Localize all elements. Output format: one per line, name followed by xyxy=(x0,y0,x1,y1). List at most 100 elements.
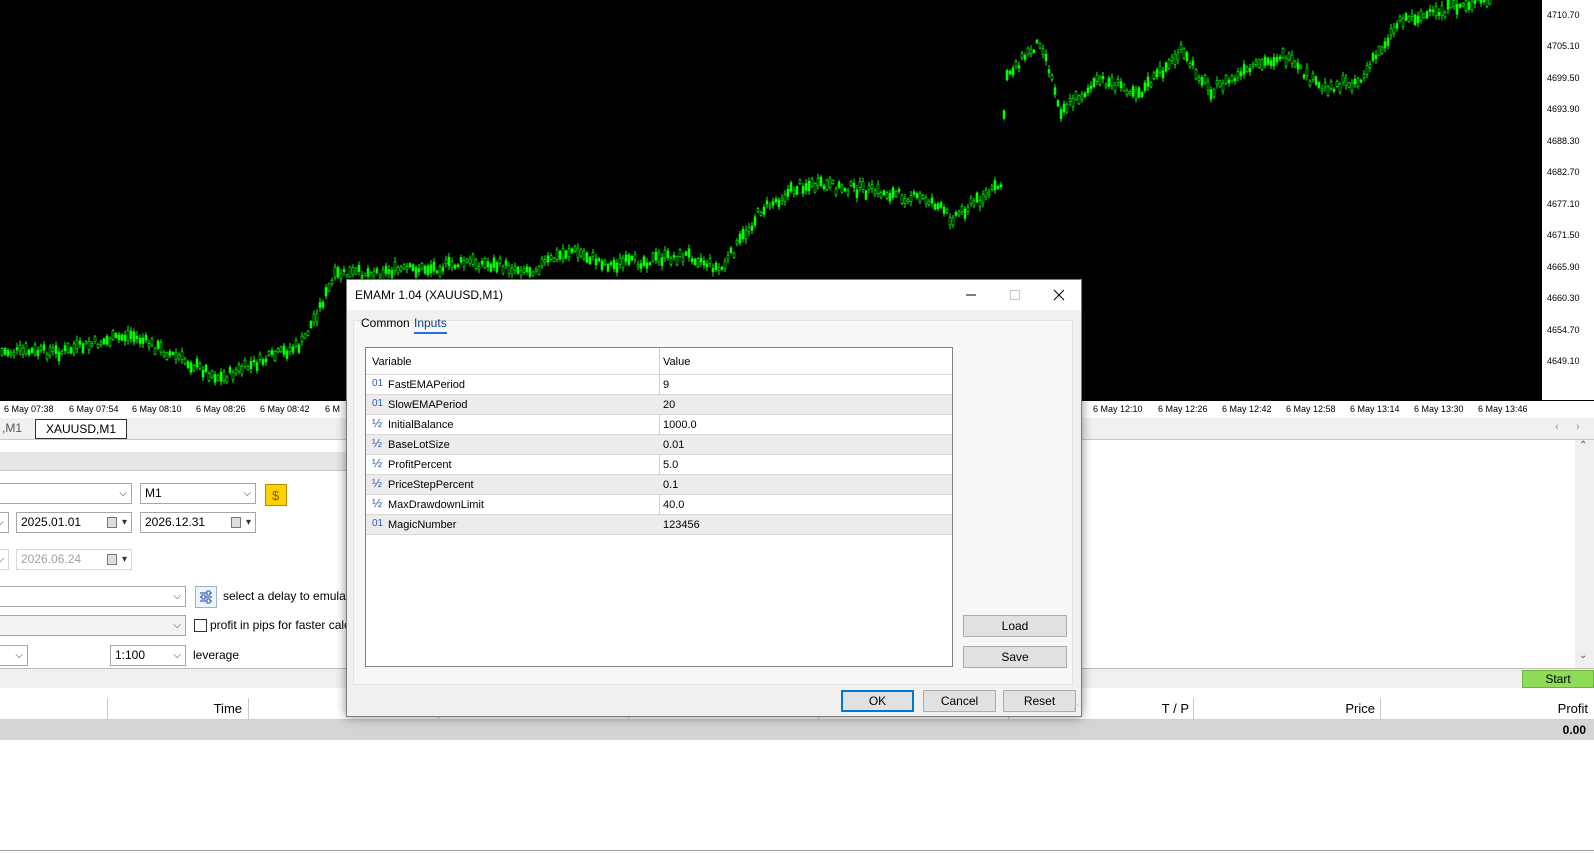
date-to-field[interactable]: 2026.12.31 ▾ xyxy=(140,512,256,533)
column-profit[interactable]: Profit xyxy=(1382,701,1588,716)
candle-body xyxy=(1209,89,1213,100)
candle-body xyxy=(111,330,115,340)
param-row[interactable]: ½ InitialBalance 1000.0 xyxy=(366,415,952,435)
candle-body xyxy=(1071,98,1075,108)
param-value[interactable]: 0.1 xyxy=(663,479,678,491)
header-value[interactable]: Value xyxy=(663,356,690,368)
candle-body xyxy=(474,259,478,270)
date-from-field[interactable]: 2025.01.01 ▾ xyxy=(16,512,132,533)
candle-body xyxy=(1398,16,1402,22)
param-value[interactable]: 0.01 xyxy=(663,439,684,451)
candle-body xyxy=(423,265,427,274)
scroll-up-icon[interactable]: ⌃ xyxy=(1579,440,1587,451)
candle-body xyxy=(1302,74,1306,79)
param-value[interactable]: 1000.0 xyxy=(663,419,697,431)
load-button[interactable]: Load xyxy=(963,615,1067,637)
candle-body xyxy=(9,351,13,356)
price-label: 4688.30 xyxy=(1547,136,1580,146)
candle-body xyxy=(72,343,76,354)
tab-scroll-right-icon[interactable]: › xyxy=(1576,421,1580,433)
candle-body xyxy=(1284,57,1288,67)
double-type-icon: ½ xyxy=(372,456,383,470)
chart-tab-xauusd-m1[interactable]: XAUUSD,M1 xyxy=(35,419,128,439)
param-row[interactable]: ½ BaseLotSize 0.01 xyxy=(366,435,952,455)
candle-body xyxy=(60,350,64,354)
candle-body xyxy=(132,331,136,343)
forward-date-value: 2026.06.24 xyxy=(21,552,82,566)
param-value[interactable]: 5.0 xyxy=(663,459,678,471)
candle-body xyxy=(792,189,796,194)
delay-settings-button[interactable] xyxy=(195,586,217,608)
dialog-titlebar[interactable]: EMAMr 1.04 (XAUUSD,M1) xyxy=(347,280,1081,310)
delay-select[interactable]: ⌵ xyxy=(0,586,186,607)
tab-common[interactable]: Common xyxy=(361,316,410,330)
candle-body xyxy=(753,216,757,226)
minimize-button[interactable] xyxy=(949,280,993,310)
pips-checkbox[interactable] xyxy=(194,619,207,632)
model-select[interactable]: ⌵ xyxy=(0,615,186,636)
candle-body xyxy=(645,262,649,269)
close-button[interactable] xyxy=(1037,280,1081,310)
param-value[interactable]: 20 xyxy=(663,399,675,411)
param-row[interactable]: ½ PriceStepPercent 0.1 xyxy=(366,475,952,495)
scroll-down-icon[interactable]: ⌄ xyxy=(1579,650,1587,661)
param-row[interactable]: 01 MagicNumber 123456 xyxy=(366,515,952,535)
param-row[interactable]: 01 FastEMAPeriod 9 xyxy=(366,375,952,395)
reset-button[interactable]: Reset xyxy=(1003,690,1076,712)
candle-body xyxy=(591,252,595,257)
candle-body xyxy=(519,269,523,276)
leverage-select[interactable]: 1:100 ⌵ xyxy=(110,645,186,666)
tab-inputs[interactable]: Inputs xyxy=(414,316,447,334)
candle-body xyxy=(1425,11,1429,19)
candle-body xyxy=(1029,49,1033,54)
price-label: 4660.30 xyxy=(1547,293,1580,303)
forward-mode-select[interactable]: ⌵ xyxy=(0,549,9,570)
forward-date-field[interactable]: 2026.06.24 ▾ xyxy=(16,549,132,570)
candle-body xyxy=(1341,74,1345,83)
resize-grip-icon[interactable]: ⋰ xyxy=(1070,703,1079,714)
tab-scroll-left-icon[interactable]: ‹ xyxy=(1555,421,1559,433)
column-price[interactable]: Price xyxy=(1196,701,1375,716)
candle-body xyxy=(42,344,46,351)
candle-body xyxy=(486,261,490,268)
candle-body xyxy=(1488,0,1492,5)
delay-hint: select a delay to emulate s xyxy=(223,589,366,603)
minimize-icon xyxy=(966,294,976,296)
date-mode-select[interactable]: ⌵ xyxy=(0,512,9,533)
candle-body xyxy=(1404,13,1408,21)
param-row[interactable]: ½ ProfitPercent 5.0 xyxy=(366,455,952,475)
param-row[interactable]: ½ MaxDrawdownLimit 40.0 xyxy=(366,495,952,515)
candle-body xyxy=(312,314,316,323)
param-name: ProfitPercent xyxy=(388,459,452,471)
candle-body xyxy=(240,366,244,375)
ok-button[interactable]: OK xyxy=(841,690,914,712)
start-button[interactable]: Start xyxy=(1522,670,1594,688)
param-value[interactable]: 9 xyxy=(663,379,669,391)
candle-body xyxy=(1467,1,1471,10)
candle-body xyxy=(942,206,946,214)
settings-scrollbar[interactable]: ⌃ ⌄ xyxy=(1575,440,1594,668)
cancel-button[interactable]: Cancel xyxy=(923,690,996,712)
save-button[interactable]: Save xyxy=(963,646,1067,668)
candle-body xyxy=(228,367,232,373)
symbol-select[interactable]: ⌵ xyxy=(0,483,132,504)
time-label: 6 May 13:46 xyxy=(1478,404,1528,414)
candle-body xyxy=(1299,65,1303,69)
inputs-grid[interactable]: Variable Value 01 FastEMAPeriod 9 01 Slo… xyxy=(365,347,953,667)
candle-body xyxy=(147,343,151,348)
header-variable[interactable]: Variable xyxy=(372,356,412,368)
param-value[interactable]: 123456 xyxy=(663,519,700,531)
candle-body xyxy=(291,346,295,353)
candle-body xyxy=(1248,68,1252,73)
period-select[interactable]: M1 ⌵ xyxy=(140,483,256,504)
maximize-button[interactable] xyxy=(993,280,1037,310)
column-time[interactable]: Time xyxy=(108,701,242,716)
candle-body xyxy=(1236,71,1240,78)
chart-tab-previous[interactable]: ,M1 xyxy=(0,419,32,439)
symbol-properties-icon[interactable]: $ xyxy=(265,484,287,506)
deposit-currency-select[interactable]: ⌵ xyxy=(0,645,28,666)
param-row[interactable]: 01 SlowEMAPeriod 20 xyxy=(366,395,952,415)
param-value[interactable]: 40.0 xyxy=(663,499,684,511)
candle-body xyxy=(1281,48,1285,59)
candle-body xyxy=(681,256,685,262)
